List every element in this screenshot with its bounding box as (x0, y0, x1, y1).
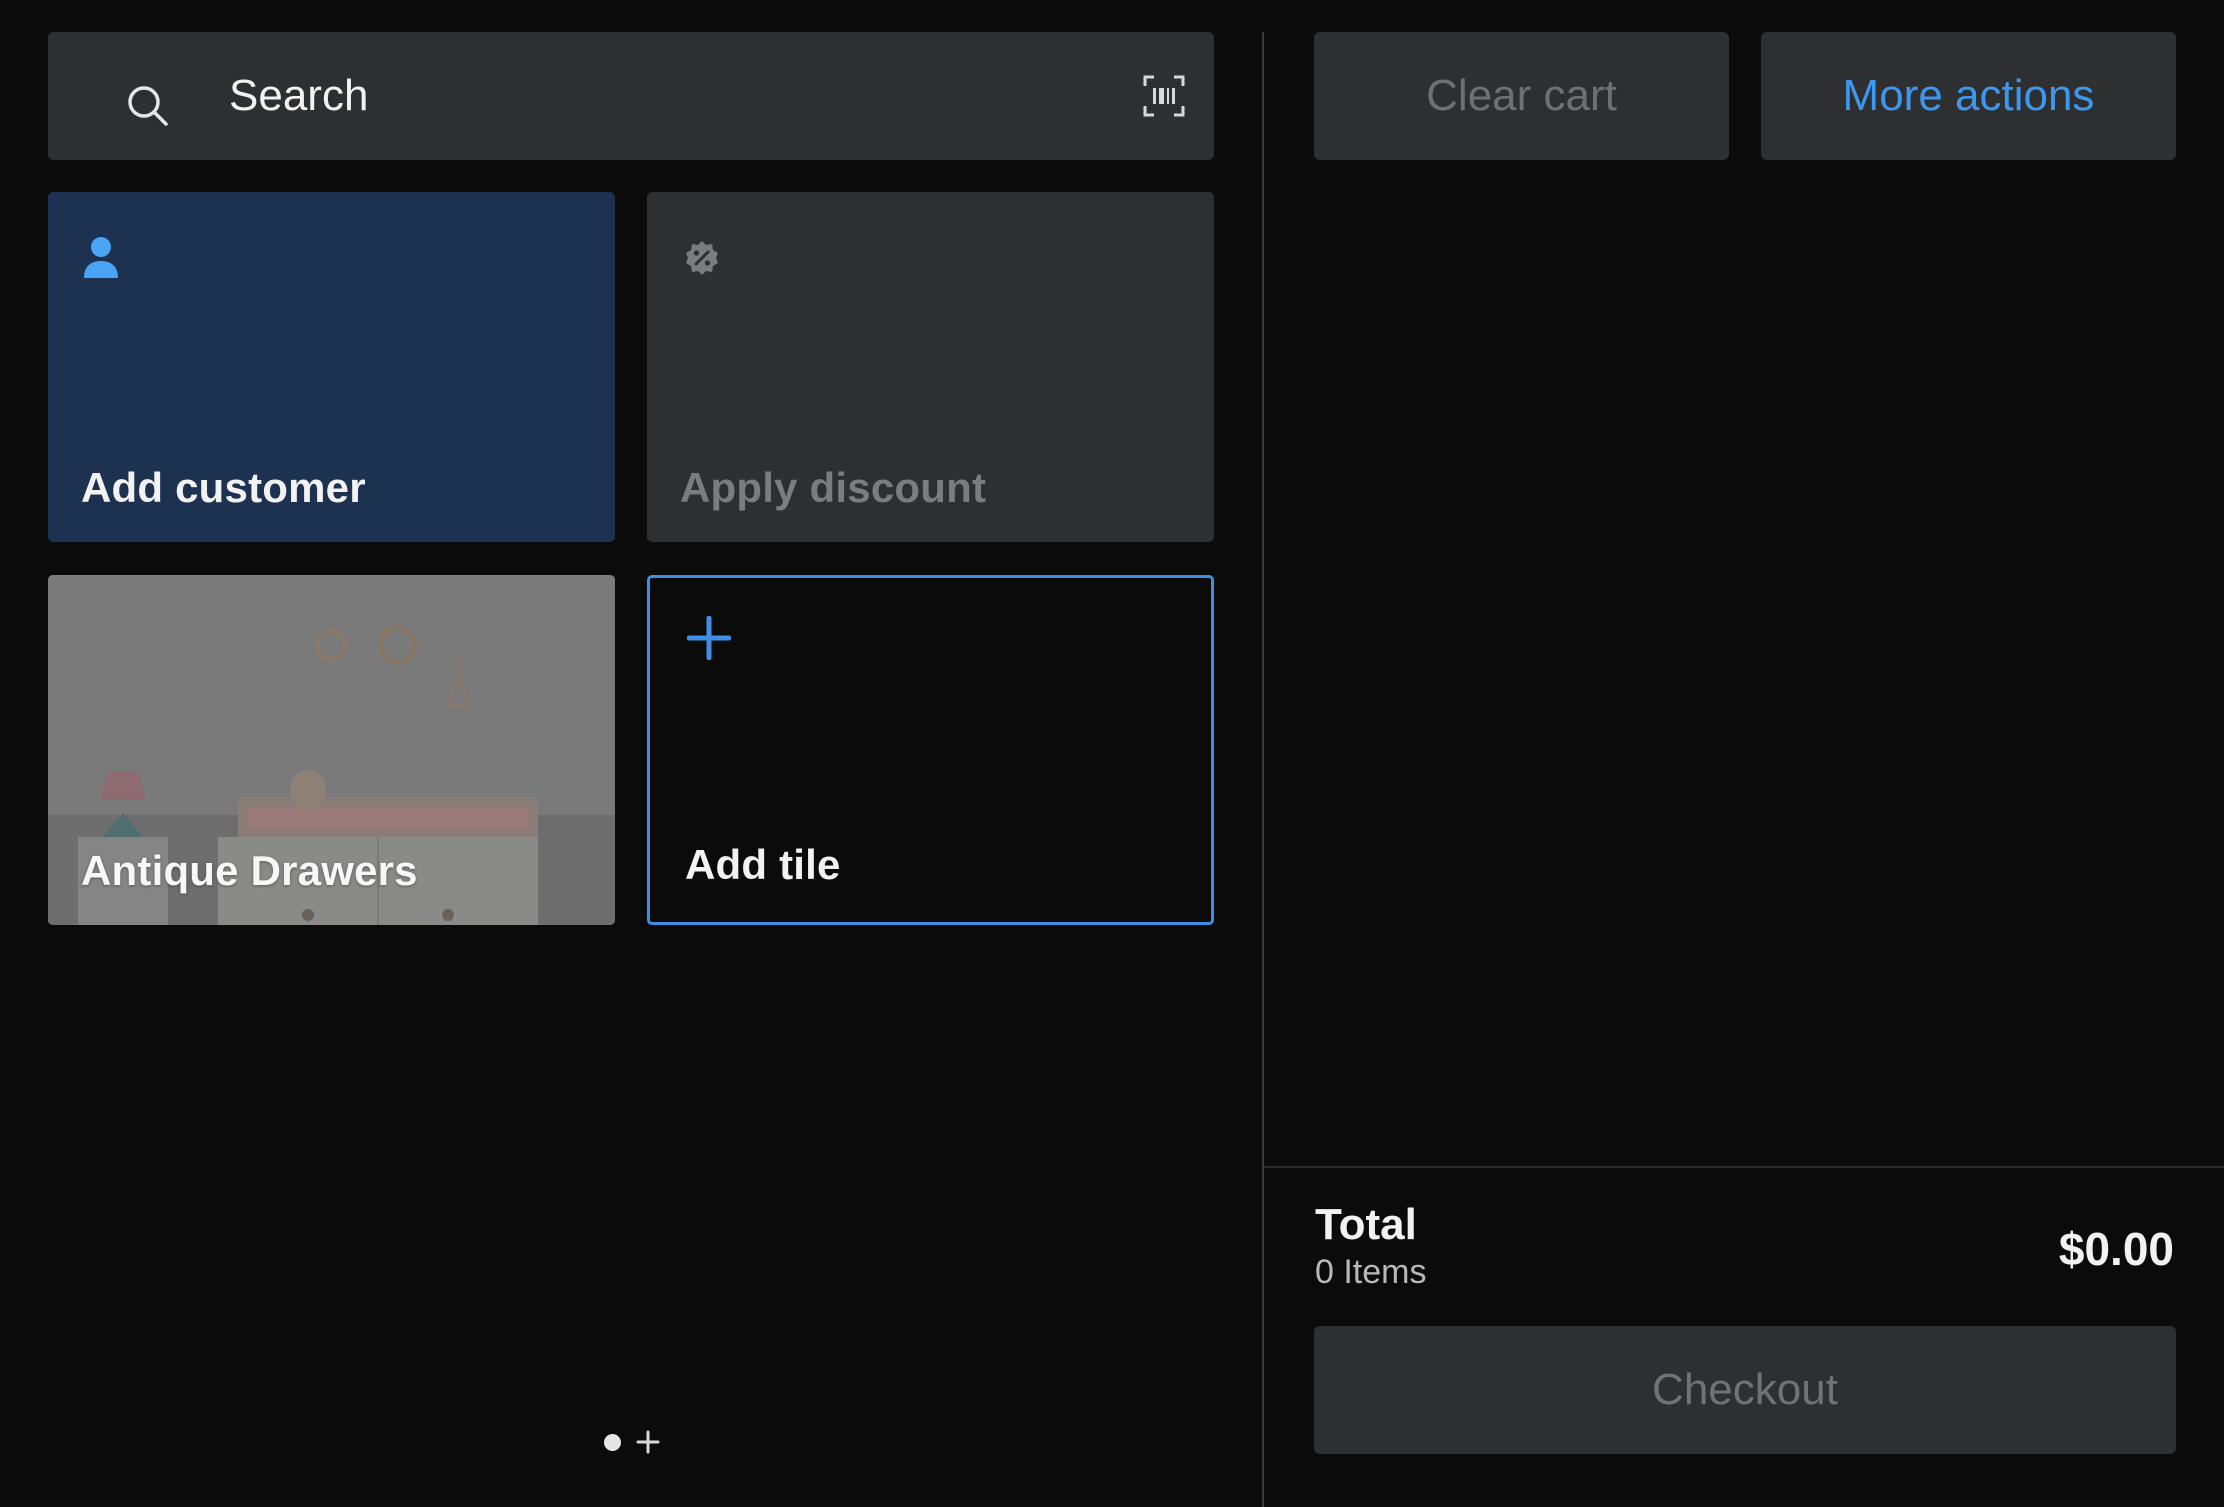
tile-label: Add customer (81, 464, 366, 511)
page-indicator (600, 1426, 690, 1458)
barcode-scan-icon[interactable] (1142, 74, 1186, 118)
item-count: 0 Items (1315, 1253, 1427, 1291)
checkout-button[interactable]: Checkout (1314, 1326, 2176, 1454)
add-tile-button[interactable]: Add tile (647, 575, 1214, 925)
page-dot-current[interactable] (604, 1434, 621, 1451)
search-bar[interactable] (48, 32, 1214, 160)
cart-pane: Clear cart More actions Total 0 Items $0… (1264, 0, 2224, 1507)
cart-divider (1264, 1166, 2224, 1168)
antique-drawers-tile[interactable]: Antique Drawers (48, 575, 615, 925)
tile-label: Add tile (685, 841, 841, 888)
apply-discount-tile[interactable]: Apply discount (647, 192, 1214, 542)
tile-label: Apply discount (680, 464, 987, 511)
plus-icon (687, 616, 731, 660)
search-input[interactable] (229, 32, 1089, 160)
tile-label: Antique Drawers (81, 847, 418, 894)
person-icon (84, 237, 118, 278)
total-label: Total (1315, 1200, 1417, 1249)
item-grid-pane: Add customer Apply discount (0, 0, 1263, 1507)
search-icon (128, 86, 168, 126)
discount-icon (686, 241, 718, 275)
add-page-icon[interactable] (636, 1430, 660, 1454)
total-amount: $0.00 (2058, 1223, 2174, 1275)
more-actions-button[interactable]: More actions (1761, 32, 2176, 160)
clear-cart-button[interactable]: Clear cart (1314, 32, 1729, 160)
add-customer-tile[interactable]: Add customer (48, 192, 615, 542)
